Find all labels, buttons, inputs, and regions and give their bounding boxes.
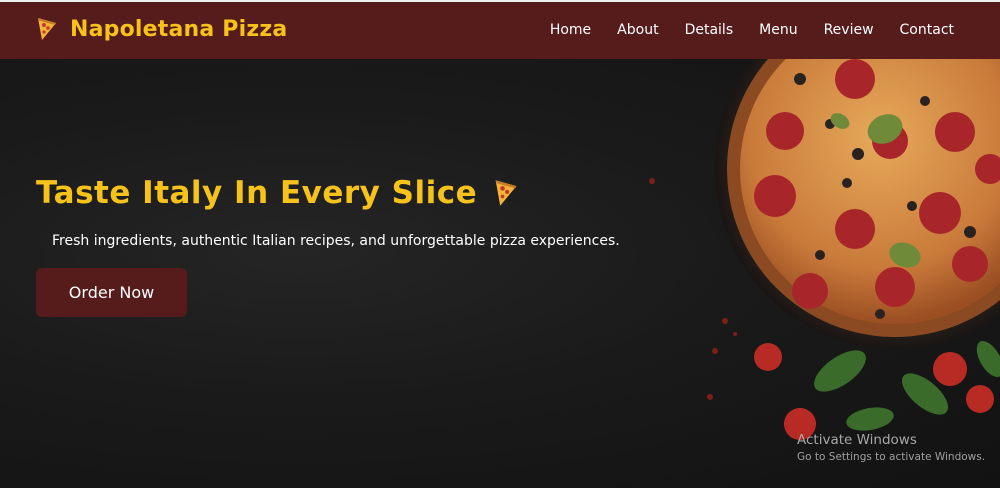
- watermark-subtitle: Go to Settings to activate Windows.: [797, 451, 986, 463]
- nav-link-home[interactable]: Home: [550, 22, 591, 38]
- order-now-button[interactable]: Order Now: [36, 268, 187, 317]
- hero-subtitle: Fresh ingredients, authentic Italian rec…: [52, 233, 620, 249]
- nav-link-contact[interactable]: Contact: [900, 22, 954, 38]
- brand-name: Napoletana Pizza: [70, 16, 288, 42]
- hero-section: Taste Italy In Every Slice Fresh ingredi…: [0, 59, 1000, 488]
- pizza-slice-icon: [495, 180, 517, 206]
- brand-logo[interactable]: Napoletana Pizza: [36, 16, 287, 42]
- pizza-slice-icon: [38, 18, 56, 40]
- hero-title-text: Taste Italy In Every Slice: [36, 175, 478, 211]
- nav-link-menu[interactable]: Menu: [759, 22, 797, 38]
- navbar: Napoletana Pizza Home About Details Menu…: [0, 0, 1000, 59]
- watermark-title: Activate Windows: [797, 432, 917, 448]
- hero-title: Taste Italy In Every Slice: [36, 175, 519, 211]
- nav-link-details[interactable]: Details: [685, 22, 734, 38]
- nav-link-review[interactable]: Review: [824, 22, 874, 38]
- activate-windows-watermark: Activate Windows Go to Settings to activ…: [797, 432, 985, 463]
- nav-menu: Home About Details Menu Review Contact: [524, 22, 954, 38]
- pizza-image: [649, 59, 1000, 440]
- nav-link-about[interactable]: About: [617, 22, 658, 38]
